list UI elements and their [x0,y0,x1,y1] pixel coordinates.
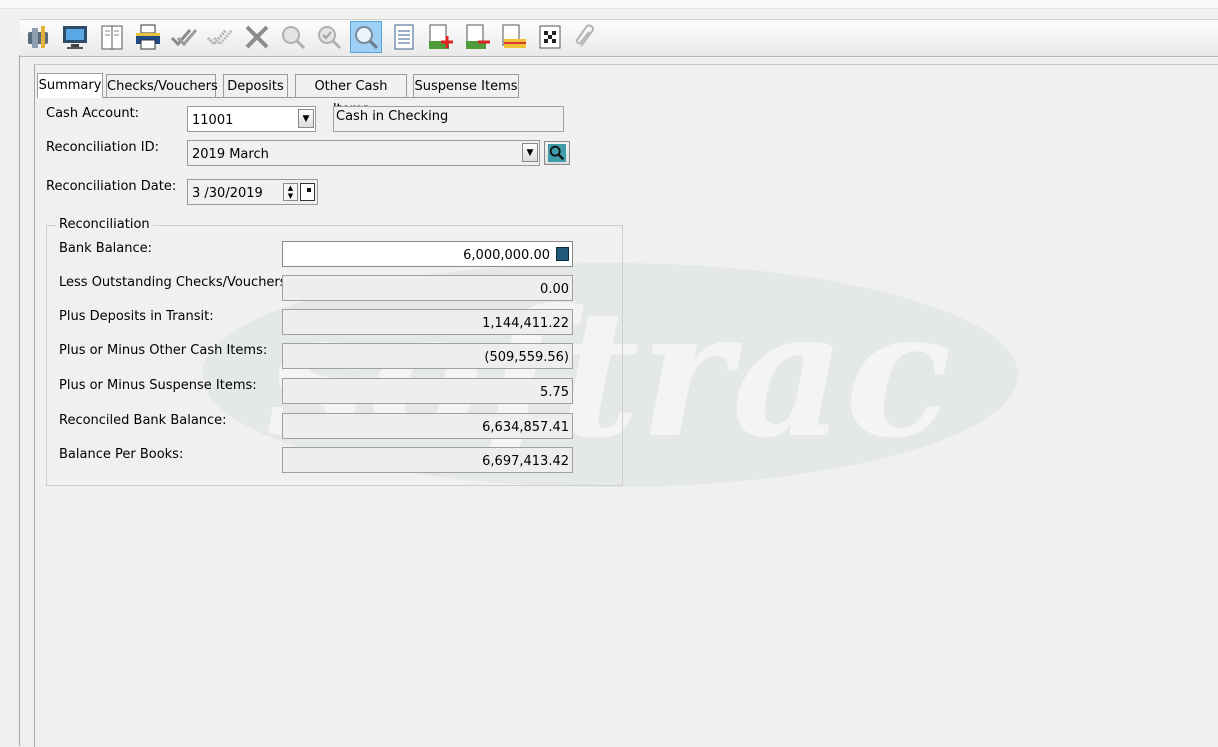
reconciliation-date-field[interactable]: 3 /30/2019 ▲ ▼ [187,179,318,205]
reconciliation-id-select[interactable]: 2019 March ▼ [187,140,540,166]
balance-per-books-value: 6,697,413.42 [282,447,573,473]
list-icon[interactable] [388,21,420,53]
bank-balance-input[interactable]: 6,000,000.00 [282,241,573,267]
outstanding-checks-value: 0.00 [282,275,573,301]
find-icon[interactable] [350,21,382,53]
delete-x-icon[interactable] [241,21,273,53]
chevron-down-icon[interactable]: ▼ [298,109,314,128]
suspense-items-label: Plus or Minus Suspense Items: [59,378,257,393]
cash-account-value: 11001 [192,113,234,128]
cash-account-description: Cash in Checking [333,106,564,132]
reconciliation-id-label: Reconciliation ID: [46,140,159,155]
other-cash-items-value: (509,559.56) [282,343,573,369]
ledger-add-icon[interactable] [424,21,456,53]
lookup-search-button[interactable] [544,141,570,165]
bank-balance-value: 6,000,000.00 [463,248,550,263]
ledger-remove-icon[interactable] [461,21,493,53]
check-magnify-icon[interactable] [313,21,345,53]
tools-icon[interactable] [23,21,55,53]
reconciliation-group-title: Reconciliation [56,217,153,232]
monitor-icon[interactable] [59,21,91,53]
reconciliation-id-value: 2019 March [192,147,269,162]
title-strip [0,0,1218,9]
tab-checks-vouchers[interactable]: Checks/Vouchers [106,74,218,97]
window-edge [19,55,20,746]
paperclip-icon[interactable] [570,21,602,53]
tab-deposits[interactable]: Deposits [223,74,288,97]
reconciliation-date-label: Reconciliation Date: [46,179,177,194]
notebook-icon[interactable] [96,21,128,53]
cash-account-select[interactable]: 11001 ▼ [187,106,316,132]
finish-flag-icon[interactable] [534,21,566,53]
tab-divider [37,97,519,98]
magnify-icon[interactable] [277,21,309,53]
balance-per-books-label: Balance Per Books: [59,447,184,462]
printer-icon[interactable] [132,21,164,53]
bank-balance-label: Bank Balance: [59,241,153,256]
double-check-icon[interactable] [168,21,200,53]
reconciliation-date-value: 3 /30/2019 [192,186,263,201]
deposits-in-transit-value: 1,144,411.22 [282,309,573,335]
outstanding-checks-label: Less Outstanding Checks/Vouchers: [59,275,291,290]
tab-other-cash-items[interactable]: Other Cash Items [295,74,407,117]
double-check-dim-icon[interactable] [204,21,236,53]
search-icon [548,144,566,162]
suspense-items-value: 5.75 [282,378,573,404]
chevron-down-icon[interactable]: ▼ [522,143,538,162]
other-cash-items-label: Plus or Minus Other Cash Items: [59,343,268,358]
reconciled-bank-balance-value: 6,634,857.41 [282,413,573,439]
calculator-icon[interactable] [556,247,569,261]
calendar-icon[interactable] [300,183,315,201]
reconciled-bank-balance-label: Reconciled Bank Balance: [59,413,227,428]
tab-summary[interactable]: Summary [37,73,103,98]
date-spinner[interactable]: ▲ ▼ [283,183,298,201]
toolbar [20,19,1218,57]
cash-account-label: Cash Account: [46,106,140,121]
tab-suspense-items[interactable]: Suspense Items [413,74,519,97]
deposits-in-transit-label: Plus Deposits in Transit: [59,309,214,324]
ledger-note-icon[interactable] [497,21,529,53]
